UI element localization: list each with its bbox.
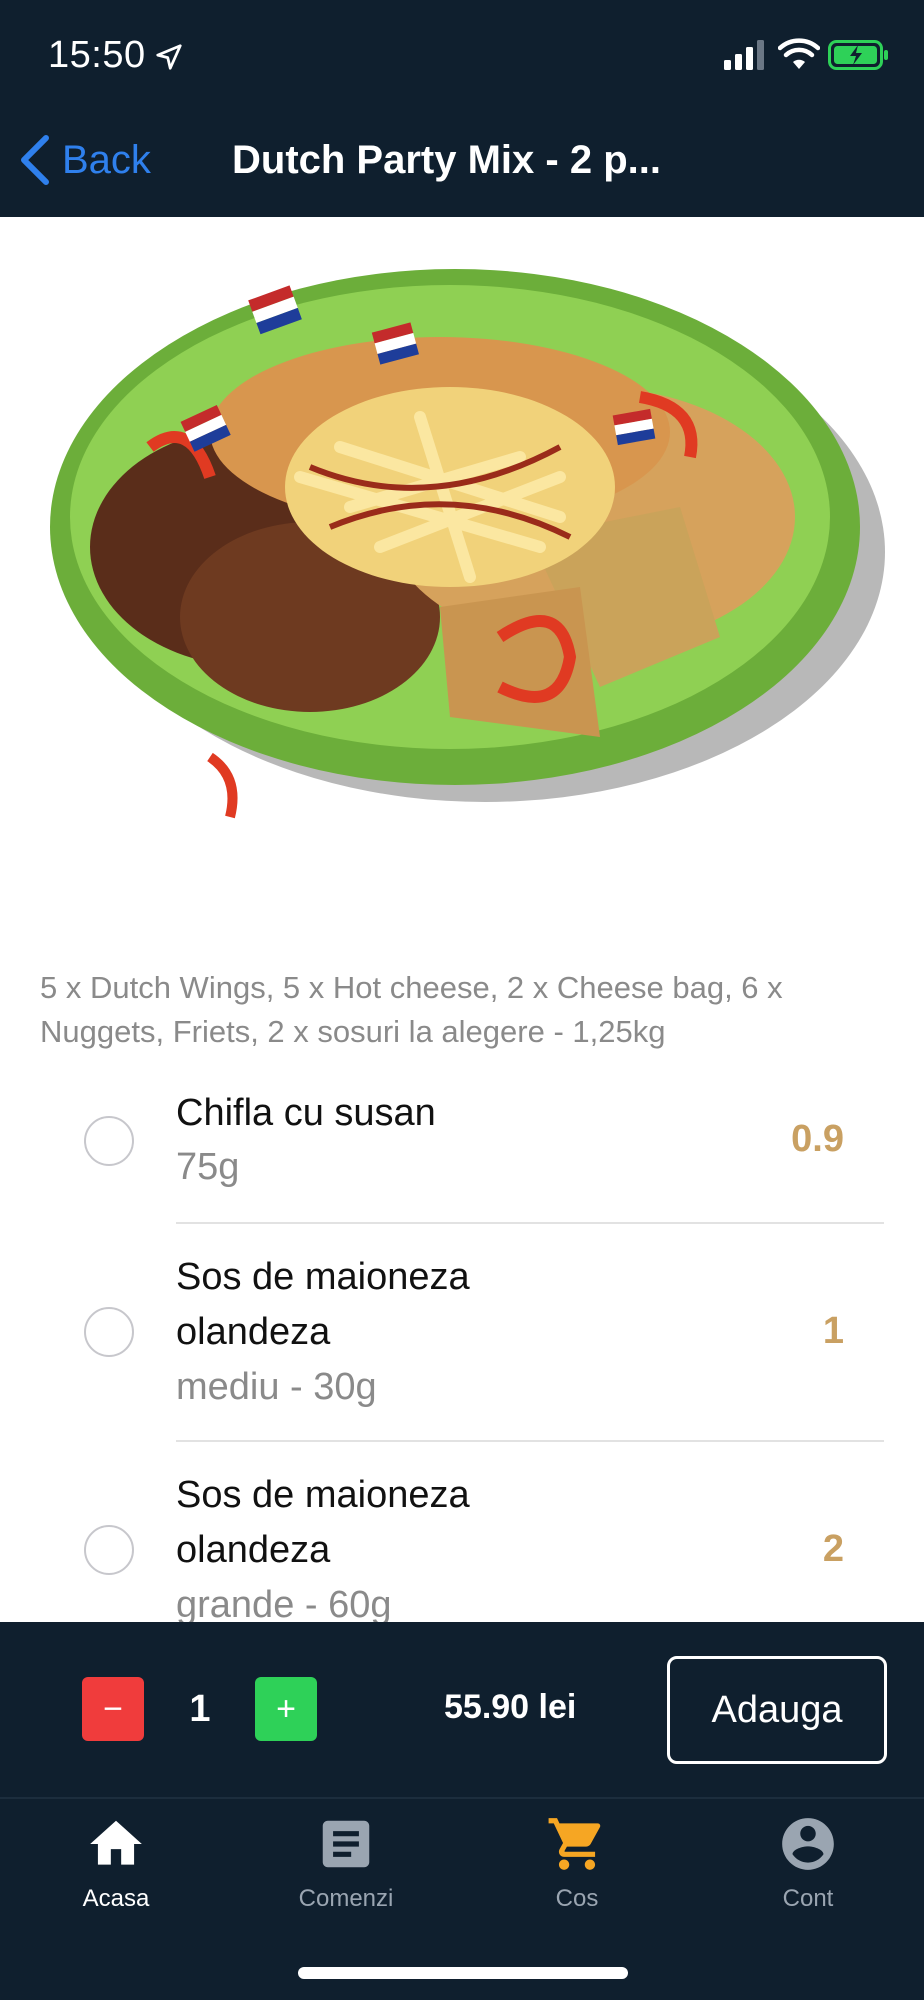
wifi-icon	[778, 38, 820, 69]
option-radio[interactable]	[84, 1525, 134, 1575]
tab-label: Cont	[782, 1885, 834, 1912]
page-title: Dutch Party Mix - 2 p...	[232, 138, 661, 182]
status-time: 15:50	[48, 34, 146, 76]
option-detail: 75g	[176, 1146, 240, 1188]
add-to-cart-button[interactable]: Adauga	[667, 1656, 887, 1764]
option-name: Sos de maioneza	[176, 1474, 470, 1516]
home-icon	[90, 1820, 142, 1865]
option-item[interactable]: Chifla cu susan 75g 0.9	[0, 1086, 924, 1226]
divider	[176, 1440, 884, 1442]
tab-cont[interactable]: Cont	[718, 1813, 898, 1933]
back-button[interactable]: Back	[18, 132, 151, 188]
divider	[176, 1222, 884, 1224]
app-header: 15:50 Back Dutch Party Mix - 2 p...	[0, 0, 924, 217]
signal-icon	[724, 40, 764, 70]
product-photo	[50, 269, 885, 819]
location-arrow-icon	[156, 44, 182, 70]
option-radio[interactable]	[84, 1116, 134, 1166]
option-price: 0.9	[791, 1118, 844, 1160]
back-label: Back	[62, 137, 151, 182]
orders-icon	[322, 1820, 370, 1868]
tab-cos[interactable]: Cos	[487, 1813, 667, 1933]
home-indicator	[298, 1967, 628, 1979]
decrease-quantity-button[interactable]: −	[82, 1677, 144, 1741]
tab-acasa[interactable]: Acasa	[26, 1813, 206, 1933]
option-item[interactable]: Sos de maioneza olandeza grande - 60g 2	[0, 1468, 924, 1622]
product-description: 5 x Dutch Wings, 5 x Hot cheese, 2 x Che…	[40, 970, 783, 1049]
option-item[interactable]: Sos de maioneza olandeza mediu - 30g 1	[0, 1250, 924, 1420]
option-price: 1	[822, 1310, 844, 1352]
option-detail: grande - 60g	[176, 1584, 392, 1622]
increase-quantity-button[interactable]: +	[255, 1677, 317, 1741]
tab-label: Acasa	[82, 1885, 150, 1912]
cart-icon	[548, 1818, 601, 1870]
option-name: Sos de maioneza	[176, 1256, 470, 1298]
product-image	[0, 217, 924, 917]
option-radio[interactable]	[84, 1307, 134, 1357]
account-icon	[782, 1818, 834, 1870]
total-price: 55.90 lei	[444, 1688, 577, 1726]
option-name: Chifla cu susan	[176, 1092, 436, 1134]
option-detail: mediu - 30g	[176, 1366, 377, 1408]
tab-comenzi[interactable]: Comenzi	[256, 1813, 436, 1933]
chevron-left-icon	[21, 135, 49, 185]
quantity-value: 1	[189, 1688, 211, 1730]
option-name-line2: olandeza	[176, 1311, 331, 1353]
tab-label: Cos	[555, 1885, 599, 1912]
option-price: 2	[822, 1528, 844, 1570]
option-name-line2: olandeza	[176, 1529, 331, 1571]
tab-label: Comenzi	[298, 1885, 394, 1912]
battery-icon	[828, 40, 888, 70]
